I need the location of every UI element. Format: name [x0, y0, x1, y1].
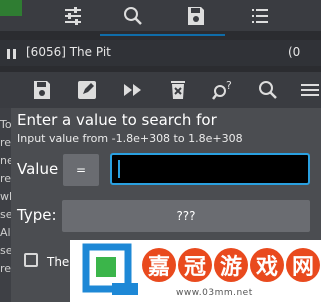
- svg-text:?: ?: [226, 79, 232, 92]
- logo-url: www.03mm.net: [176, 288, 253, 298]
- save-icon[interactable]: [184, 4, 208, 28]
- delete-icon[interactable]: [166, 78, 190, 102]
- tab-indicator: [100, 34, 225, 36]
- logo-char: 冠: [178, 248, 212, 282]
- value-label: Value: [17, 160, 59, 178]
- search-help-icon[interactable]: ?: [211, 78, 235, 102]
- strip-text: Al: [0, 226, 11, 239]
- logo-char: 游: [214, 248, 248, 282]
- list-icon[interactable]: [248, 4, 272, 28]
- strip-text: re: [0, 136, 12, 149]
- process-count: (0: [288, 45, 301, 59]
- fast-forward-icon[interactable]: [121, 78, 145, 102]
- strip-text: re: [0, 172, 12, 185]
- type-label: Type:: [17, 206, 57, 224]
- logo-text: 嘉 冠 游 戏 网: [142, 248, 320, 282]
- option-checkbox[interactable]: [24, 253, 38, 267]
- logo-char: 嘉: [142, 248, 176, 282]
- search-icon[interactable]: [121, 4, 145, 28]
- pause-icon[interactable]: [6, 48, 18, 60]
- value-input[interactable]: [110, 153, 310, 185]
- edit-icon[interactable]: [75, 78, 99, 102]
- sliders-icon[interactable]: [61, 4, 85, 28]
- text-caret: [118, 160, 120, 178]
- process-name[interactable]: [6056] The Pit: [26, 45, 111, 59]
- top-app-bar: [0, 0, 321, 31]
- dialog-subtitle: Input value from -1.8e+308 to 1.8e+308: [17, 132, 243, 145]
- operator-button[interactable]: =: [63, 154, 99, 186]
- search-small-icon[interactable]: [256, 78, 280, 102]
- logo-mark-icon: [82, 243, 140, 299]
- save-list-icon[interactable]: [30, 78, 54, 102]
- menu-icon[interactable]: [298, 78, 321, 102]
- logo-char: 网: [286, 248, 320, 282]
- strip-text: re: [0, 262, 12, 275]
- checkbox-label: The: [47, 255, 70, 269]
- app-thumbnail[interactable]: [0, 0, 22, 16]
- type-select-button[interactable]: ???: [62, 200, 310, 232]
- logo-char: 戏: [250, 248, 284, 282]
- strip-text: To: [0, 118, 12, 131]
- dialog-title: Enter a value to search for: [17, 111, 217, 129]
